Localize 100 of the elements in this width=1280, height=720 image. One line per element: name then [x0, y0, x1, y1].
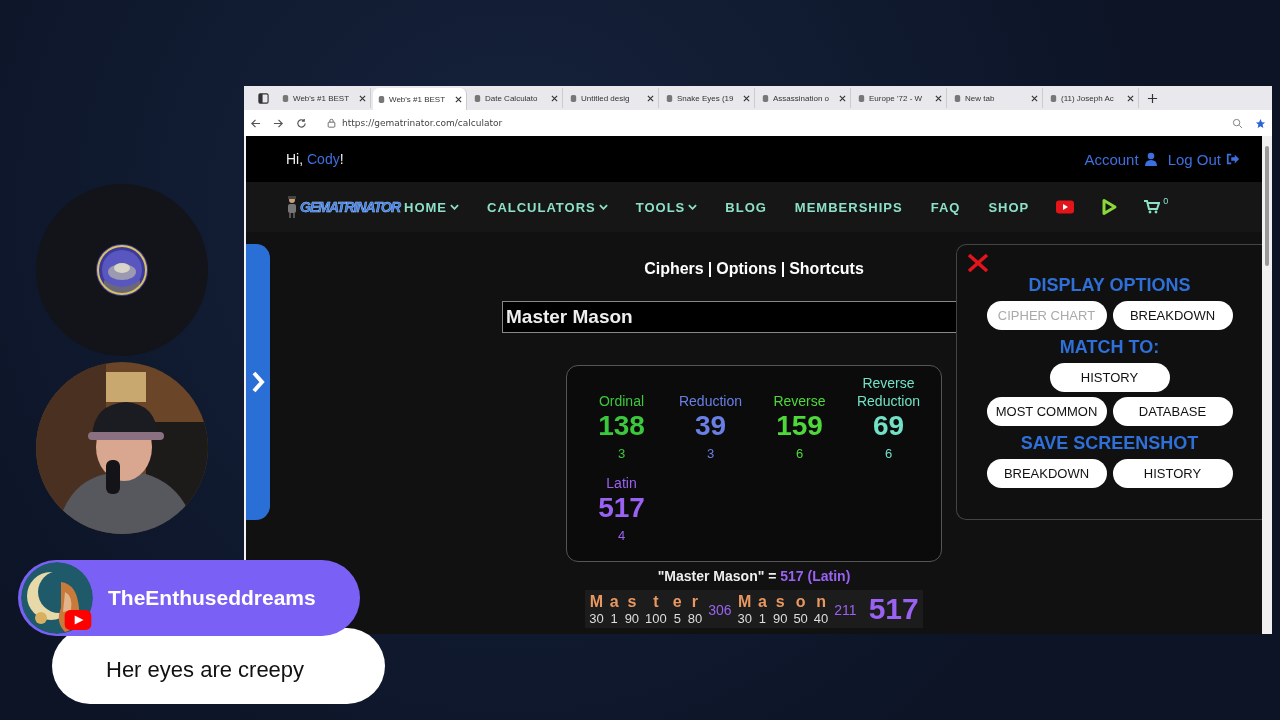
cipher-value: 138	[598, 410, 645, 442]
option-button[interactable]: HISTORY	[1049, 363, 1170, 392]
close-icon[interactable]	[359, 94, 366, 102]
new-tab-icon[interactable]	[1147, 92, 1158, 104]
tab-actions-icon[interactable]	[258, 92, 269, 104]
breakdown-letter: a	[758, 593, 767, 611]
option-button[interactable]: HISTORY	[1112, 459, 1233, 488]
account-link[interactable]: Account	[1084, 150, 1158, 168]
section-heading: SAVE SCREENSHOT	[1020, 433, 1199, 454]
close-icon[interactable]	[455, 95, 462, 103]
browser-tab[interactable]: Assassination o	[757, 88, 851, 108]
cipher-value: 39	[694, 410, 727, 442]
star-icon[interactable]	[1255, 117, 1266, 129]
close-icon[interactable]	[743, 94, 750, 102]
phrase-input[interactable]: Master Mason	[502, 301, 957, 333]
word-total: 211	[834, 602, 857, 618]
browser-tab[interactable]: New tab	[949, 88, 1043, 108]
word-total: 306	[708, 602, 732, 618]
youtube-icon	[64, 610, 92, 630]
browser-tab[interactable]: (11) Joseph Ac	[1045, 88, 1139, 108]
favicon-icon	[953, 93, 962, 103]
breakdown-letter: o	[795, 593, 806, 611]
caret-icon	[688, 204, 698, 210]
breakdown-letter: e	[672, 593, 682, 611]
favicon-icon	[377, 94, 386, 104]
figure-icon	[286, 196, 298, 218]
back-icon[interactable]	[250, 117, 261, 129]
browser-tab[interactable]: Untitled desig	[565, 88, 659, 108]
cipher-value: 517	[598, 492, 645, 524]
reload-icon[interactable]	[296, 117, 307, 129]
letter-value: 40	[813, 611, 829, 626]
logout-link[interactable]: Log Out	[1167, 150, 1240, 168]
forward-icon[interactable]	[273, 117, 284, 129]
nav-link[interactable]: CALCULATORS	[487, 199, 608, 215]
nav-link[interactable]: SHOP	[988, 199, 1030, 215]
breakdown-letter: n	[816, 593, 826, 611]
favicon-icon	[857, 93, 866, 103]
chat-message: Her eyes are creepy	[106, 657, 305, 683]
sign-out-icon	[1226, 152, 1240, 166]
letter-value: 100	[645, 611, 667, 626]
favicon-icon	[569, 93, 578, 103]
option-button[interactable]: BREAKDOWN	[986, 459, 1107, 488]
browser-tab[interactable]: Date Calculato	[469, 88, 563, 108]
menu-link[interactable]: Shortcuts	[789, 260, 864, 278]
chat-author-name: TheEnthuseddreams	[108, 586, 316, 610]
option-button[interactable]: BREAKDOWN	[1112, 301, 1233, 330]
caret-icon	[598, 204, 608, 210]
cipher-name[interactable]: Reverse	[773, 392, 826, 410]
breakdown-letter: M	[589, 593, 604, 611]
favicon-icon	[665, 93, 674, 103]
breakdown-letter: t	[653, 593, 659, 611]
nav-link[interactable]: TOOLS	[635, 199, 698, 215]
menu-separator: |	[780, 260, 786, 278]
section-heading: MATCH TO:	[1059, 337, 1160, 358]
browser-tab[interactable]: Snake Eyes (19	[661, 88, 755, 108]
close-icon[interactable]	[1127, 94, 1134, 102]
letter-value: 5	[673, 611, 681, 626]
breakdown-total: 517	[868, 592, 919, 626]
menu-link[interactable]: Options	[716, 260, 777, 278]
option-button[interactable]: MOST COMMON	[986, 397, 1107, 426]
browser-tab[interactable]: Europe '72 - W	[853, 88, 947, 108]
nav-link[interactable]: MEMBERSHIPS	[794, 199, 903, 215]
favicon-icon	[281, 93, 290, 103]
site-logo[interactable]: GEMATRINATOR	[300, 199, 400, 215]
close-icon[interactable]	[647, 94, 654, 102]
breakdown-letter: s	[775, 593, 785, 611]
browser-tab[interactable]: Web's #1 BEST	[373, 88, 467, 110]
favicon-icon	[761, 93, 770, 103]
chevron-right-icon	[251, 370, 265, 394]
cart-icon[interactable]	[1144, 200, 1161, 214]
close-icon[interactable]	[551, 94, 558, 102]
favicon-icon	[1049, 93, 1058, 103]
cipher-name[interactable]: Latin	[606, 474, 637, 492]
letter-value: 90	[624, 611, 640, 626]
cipher-name[interactable]: Reverse Reduction	[844, 374, 933, 410]
close-icon[interactable]	[935, 94, 942, 102]
cipher-value: 69	[872, 410, 905, 442]
cipher-name[interactable]: Ordinal	[598, 392, 645, 410]
option-button[interactable]: DATABASE	[1112, 397, 1233, 426]
close-icon[interactable]	[839, 94, 846, 102]
zoom-icon[interactable]	[1232, 117, 1243, 129]
breakdown-letter: M	[738, 593, 752, 611]
cipher-name[interactable]: Reduction	[678, 392, 742, 410]
cipher-count: 3	[706, 446, 715, 461]
nav-link[interactable]: FAQ	[930, 199, 961, 215]
youtube-icon[interactable]	[1056, 200, 1075, 214]
menu-link[interactable]: Ciphers	[644, 260, 704, 278]
summary-text: "Master Mason" = 517 (Latin)	[657, 568, 851, 584]
nav-link[interactable]: BLOG	[725, 199, 767, 215]
cipher-value: 159	[776, 410, 823, 442]
cipher-count: 6	[884, 446, 893, 461]
caret-icon	[450, 204, 459, 210]
menu-separator: |	[707, 260, 713, 278]
nav-link[interactable]: HOME	[404, 199, 459, 215]
close-icon[interactable]	[1031, 94, 1038, 102]
breakdown-letter: a	[609, 593, 619, 611]
cipher-count: 4	[617, 528, 626, 543]
browser-tab[interactable]: Web's #1 BEST	[277, 88, 371, 108]
letter-value: 1	[610, 611, 618, 626]
play-icon[interactable]	[1100, 198, 1119, 216]
